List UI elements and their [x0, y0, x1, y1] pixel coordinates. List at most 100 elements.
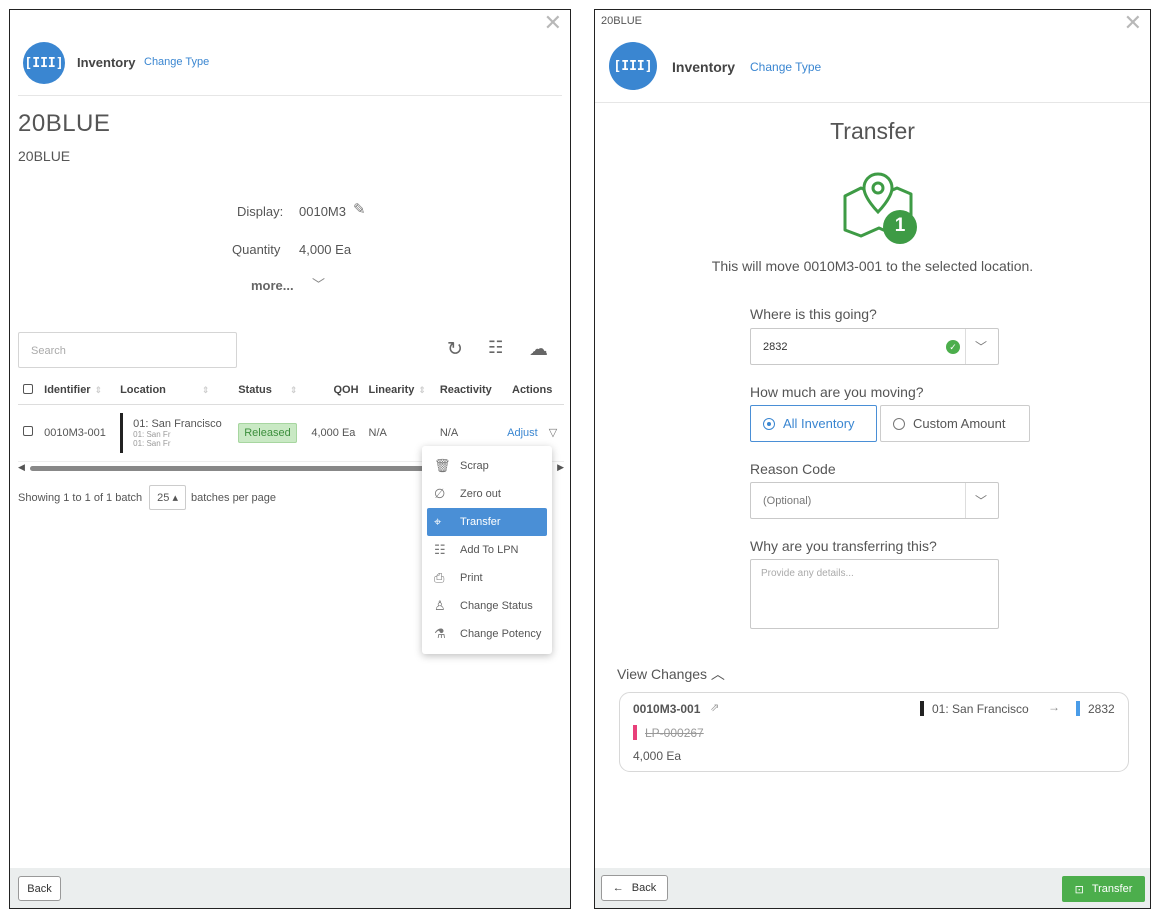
table-header-row: Identifier ⇕ Location ⇕ Status ⇕ QOH Linear…	[18, 377, 564, 405]
from-location: 01: San Francisco	[932, 702, 1029, 716]
menu-item-add-to-lpn[interactable]: ☷ Add To LPN	[422, 536, 552, 564]
change-type-link[interactable]: Change Type	[750, 60, 821, 74]
view-changes-toggle[interactable]: View Changes ︿	[617, 664, 725, 684]
where-label: Where is this going?	[750, 306, 877, 322]
flask-icon: ⚗	[434, 626, 446, 641]
status-badge: Released	[238, 422, 297, 443]
column-header[interactable]: Reactivity	[434, 377, 501, 405]
edit-pencil-icon[interactable]: ✎	[353, 200, 366, 218]
to-location-bar	[1076, 701, 1080, 716]
app-title: Inventory	[77, 55, 136, 70]
arrow-right-icon: →	[1048, 700, 1060, 714]
left-footer: Back	[10, 868, 570, 908]
adjust-button[interactable]: Adjust	[507, 427, 538, 439]
how-much-label: How much are you moving?	[750, 384, 924, 400]
close-icon[interactable]: ✕	[544, 12, 562, 34]
check-circle-icon: ✓	[946, 340, 960, 354]
scroll-right-icon[interactable]: ▶	[557, 462, 564, 473]
pagination-summary: Showing 1 to 1 of 1 batch	[18, 491, 143, 504]
changes-identifier: 0010M3-001	[633, 702, 701, 716]
actions-dropdown-icon[interactable]: ▽	[549, 427, 557, 439]
menu-item-transfer[interactable]: ⌖ Transfer	[427, 508, 547, 536]
empty-set-icon: ∅	[434, 486, 446, 501]
back-button[interactable]: ← Back	[601, 875, 668, 901]
location-value: 2832	[763, 341, 788, 353]
custom-amount-radio[interactable]: Custom Amount	[880, 405, 1030, 442]
display-value: 0010M3	[299, 204, 346, 219]
location-sub: 01: San Fr	[133, 429, 171, 439]
arrow-left-icon: ←	[612, 882, 624, 894]
lpn-icon: ☷	[434, 542, 446, 557]
select-divider	[965, 329, 966, 364]
menu-item-zero-out[interactable]: ∅ Zero out	[422, 480, 552, 508]
menu-item-print[interactable]: ⎙ Print	[422, 564, 552, 592]
menu-item-change-status[interactable]: ♙ Change Status	[422, 592, 552, 620]
quantity-value: 4,000 Ea	[299, 242, 352, 257]
cloud-download-icon[interactable]: ☁	[529, 338, 548, 361]
quantity-label: Quantity	[232, 242, 281, 257]
more-toggle[interactable]: more...	[251, 278, 294, 293]
column-header[interactable]: Location ⇕	[115, 377, 234, 405]
menu-item-scrap[interactable]: 🗑 Scrap	[422, 452, 552, 480]
column-header[interactable]: Identifier ⇕	[39, 377, 116, 405]
change-type-link[interactable]: Change Type	[144, 56, 209, 68]
qoh-cell: 4,000 Ea	[306, 404, 364, 462]
identifier-cell: 0010M3-001	[39, 404, 116, 462]
details-textarea[interactable]: Provide any details...	[750, 559, 999, 629]
inventory-detail-panel: ✕ [III] Inventory Change Type 20BLUE 20B…	[9, 9, 571, 909]
transfer-info: This will move 0010M3-001 to the selecte…	[711, 258, 1034, 274]
select-divider	[965, 483, 966, 518]
reason-code-label: Reason Code	[750, 461, 836, 477]
changes-summary-card: 0010M3-001 ⇗ 01: San Francisco → 2832 LP…	[619, 692, 1129, 772]
item-code-label: 20BLUE	[601, 15, 642, 27]
header-divider	[595, 102, 1150, 103]
reason-code-placeholder: (Optional)	[763, 495, 812, 507]
chevron-down-icon[interactable]: ﹀	[975, 492, 987, 509]
pagination: Showing 1 to 1 of 1 batch 25 ▴ batches p…	[18, 485, 276, 510]
status-cell: Released	[233, 404, 307, 462]
external-link-icon[interactable]: ⇗	[710, 701, 719, 714]
refresh-icon[interactable]: ↻	[447, 338, 463, 361]
barcode-scan-icon: [III]	[609, 42, 657, 90]
row-checkbox[interactable]	[18, 404, 40, 462]
column-header[interactable]: Linearity ⇕	[363, 377, 435, 405]
back-button[interactable]: Back	[18, 876, 61, 901]
select-all-checkbox[interactable]	[18, 377, 40, 405]
column-header[interactable]: QOH	[306, 377, 364, 405]
display-label: Display:	[237, 204, 284, 219]
page-size-select[interactable]: 25 ▴	[149, 485, 186, 510]
changes-quantity: 4,000 Ea	[633, 749, 682, 763]
location-sub: 01: San Fr	[133, 438, 171, 448]
chevron-down-icon[interactable]: ﹀	[975, 338, 987, 355]
map-pin-icon	[843, 172, 917, 244]
lpn-tag-bar	[633, 725, 637, 740]
column-header: Actions	[500, 377, 564, 405]
scroll-left-icon[interactable]: ◀	[18, 462, 25, 473]
location-select[interactable]: 2832 ✓ ﹀	[750, 328, 999, 365]
chevron-down-icon[interactable]: ﹀	[312, 274, 325, 293]
all-inventory-radio[interactable]: All Inventory	[750, 405, 877, 442]
app-title: Inventory	[672, 59, 736, 75]
transfer-panel: 20BLUE ✕ [III] Inventory Change Type Tra…	[594, 9, 1151, 909]
reason-code-select[interactable]: (Optional) ﹀	[750, 482, 999, 519]
lpn-removed: LP-000267	[645, 726, 704, 740]
column-header[interactable]: Status ⇕	[233, 377, 307, 405]
stamp-icon: ♙	[434, 598, 446, 613]
map-icon: ⌖	[434, 514, 442, 529]
to-location: 2832	[1088, 702, 1115, 716]
close-icon[interactable]: ✕	[1124, 12, 1142, 34]
chevron-up-icon: ︿	[710, 666, 725, 682]
header-divider	[18, 95, 562, 96]
page-title: Transfer	[830, 118, 915, 144]
item-subtitle: 20BLUE	[18, 148, 71, 164]
from-location-bar	[920, 701, 924, 716]
transfer-submit-button[interactable]: ⊡ Transfer	[1062, 876, 1145, 902]
item-title: 20BLUE	[18, 110, 111, 137]
column-settings-icon[interactable]: ☷	[488, 338, 503, 358]
printer-icon: ⎙	[434, 570, 445, 585]
search-input[interactable]: Search	[18, 332, 237, 368]
menu-item-change-potency[interactable]: ⚗ Change Potency	[422, 620, 552, 648]
location-name: 01: San Francisco	[133, 417, 222, 430]
barcode-scan-icon: [III]	[23, 42, 65, 84]
actions-menu: 🗑 Scrap ∅ Zero out ⌖ Transfer ☷ Add To LPN ⎙…	[422, 446, 552, 654]
